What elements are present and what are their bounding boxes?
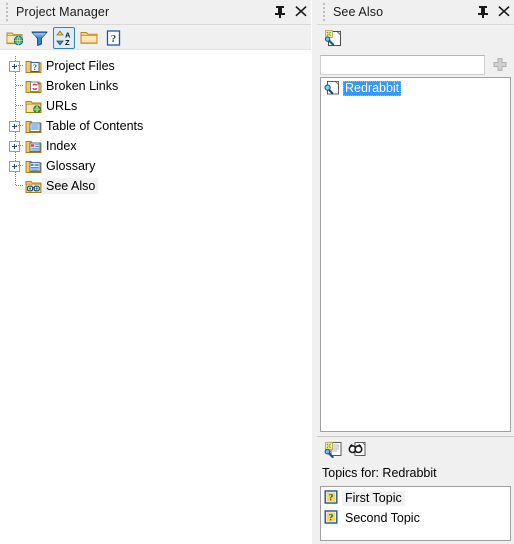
pin-icon[interactable] [477,5,489,19]
tree-item-label: Index [46,139,77,153]
see-also-input-row [317,51,514,78]
project-manager-titlebar-buttons [274,0,307,24]
urls-icon [24,96,42,116]
project-manager-panel: Project Manager A Z ? ? Project Files Br… [0,0,311,544]
close-icon[interactable] [498,5,510,19]
list-item[interactable]: Redrabbit [321,80,510,97]
expander-plus-icon[interactable] [8,136,24,156]
topics-pane: Topics for: Redrabbit ? First Topic ? Se… [317,436,514,544]
svg-text:Z: Z [65,38,70,46]
see-also-keyword-list[interactable]: Redrabbit [320,77,511,432]
project-manager-title: Project Manager [16,5,110,19]
list-item-label: Second Topic [345,510,420,525]
svg-text:?: ? [329,513,334,523]
svg-text:?: ? [33,62,37,71]
table-of-contents-icon [24,116,42,136]
svg-text:?: ? [329,493,334,503]
tree-item-label: URLs [46,99,78,113]
new-topic-icon[interactable] [323,440,343,460]
sort-az-icon[interactable]: A Z [53,26,75,49]
tree-item-label: See Also [42,178,99,194]
tree-item-broken-links[interactable]: Broken Links [8,76,311,96]
topics-toolbar [317,437,514,462]
project-manager-toolbar: A Z ? [0,25,311,50]
see-also-titlebar: See Also [317,0,514,25]
folder-icon[interactable] [79,28,99,48]
tree-connector [8,76,24,96]
help-topic-icon: ? [324,489,338,507]
expander-plus-icon[interactable] [8,116,24,136]
panel-grip-icon[interactable] [319,0,329,24]
tree-connector [8,96,24,116]
tree-connector [8,176,24,196]
index-icon [24,136,42,156]
close-icon[interactable] [295,5,307,19]
see-also-toolbar [317,25,514,51]
app-root: Project Manager A Z ? ? Project Files Br… [0,0,514,544]
tree-item-label: Broken Links [46,79,119,93]
tree-item-label: Glossary [46,159,96,173]
help-icon[interactable]: ? [103,28,123,48]
topics-caption: Topics for: Redrabbit [322,466,437,480]
help-topic-icon: ? [324,509,338,527]
list-item[interactable]: ? First Topic [321,489,510,507]
list-item-label: First Topic [342,490,405,506]
svg-text:?: ? [110,33,116,45]
folder-globe-icon[interactable] [5,28,25,48]
tree-item-table-of-contents[interactable]: Table of Contents [8,116,311,136]
list-item-label: Redrabbit [343,81,402,96]
pin-icon[interactable] [274,5,286,19]
see-also-titlebar-buttons [477,0,510,24]
see-also-keyword-icon [324,80,340,98]
project-files-icon: ? [24,56,42,76]
panel-grip-icon[interactable] [2,0,12,24]
tree-item-project-files[interactable]: ? Project Files [8,56,311,76]
see-also-icon [24,176,42,196]
project-tree: ? Project Files Broken Links URLs Table … [0,50,311,196]
tree-item-index[interactable]: Index [8,136,311,156]
tree-item-glossary[interactable]: Glossary [8,156,311,176]
project-manager-titlebar: Project Manager [0,0,311,25]
tree-item-see-also[interactable]: See Also [8,176,311,196]
tree-item-label: Table of Contents [46,119,144,133]
filter-funnel-icon[interactable] [29,28,49,48]
expander-plus-icon[interactable] [8,56,24,76]
tree-item-label: Project Files [46,59,115,73]
see-also-title: See Also [333,5,384,19]
see-also-keyword-input[interactable] [320,54,485,75]
find-topic-icon[interactable] [347,440,367,460]
broken-links-icon [24,76,42,96]
see-also-panel: See Also Redrabbit Topics for: Redrabbit… [317,0,514,544]
project-manager-tree-body: ? Project Files Broken Links URLs Table … [0,49,311,544]
tree-item-urls[interactable]: URLs [8,96,311,116]
glossary-icon [24,156,42,176]
expander-plus-icon[interactable] [8,156,24,176]
new-see-also-icon[interactable] [323,28,343,48]
topics-list[interactable]: ? First Topic ? Second Topic [320,486,511,541]
add-icon[interactable] [488,53,512,76]
list-item[interactable]: ? Second Topic [321,509,510,527]
